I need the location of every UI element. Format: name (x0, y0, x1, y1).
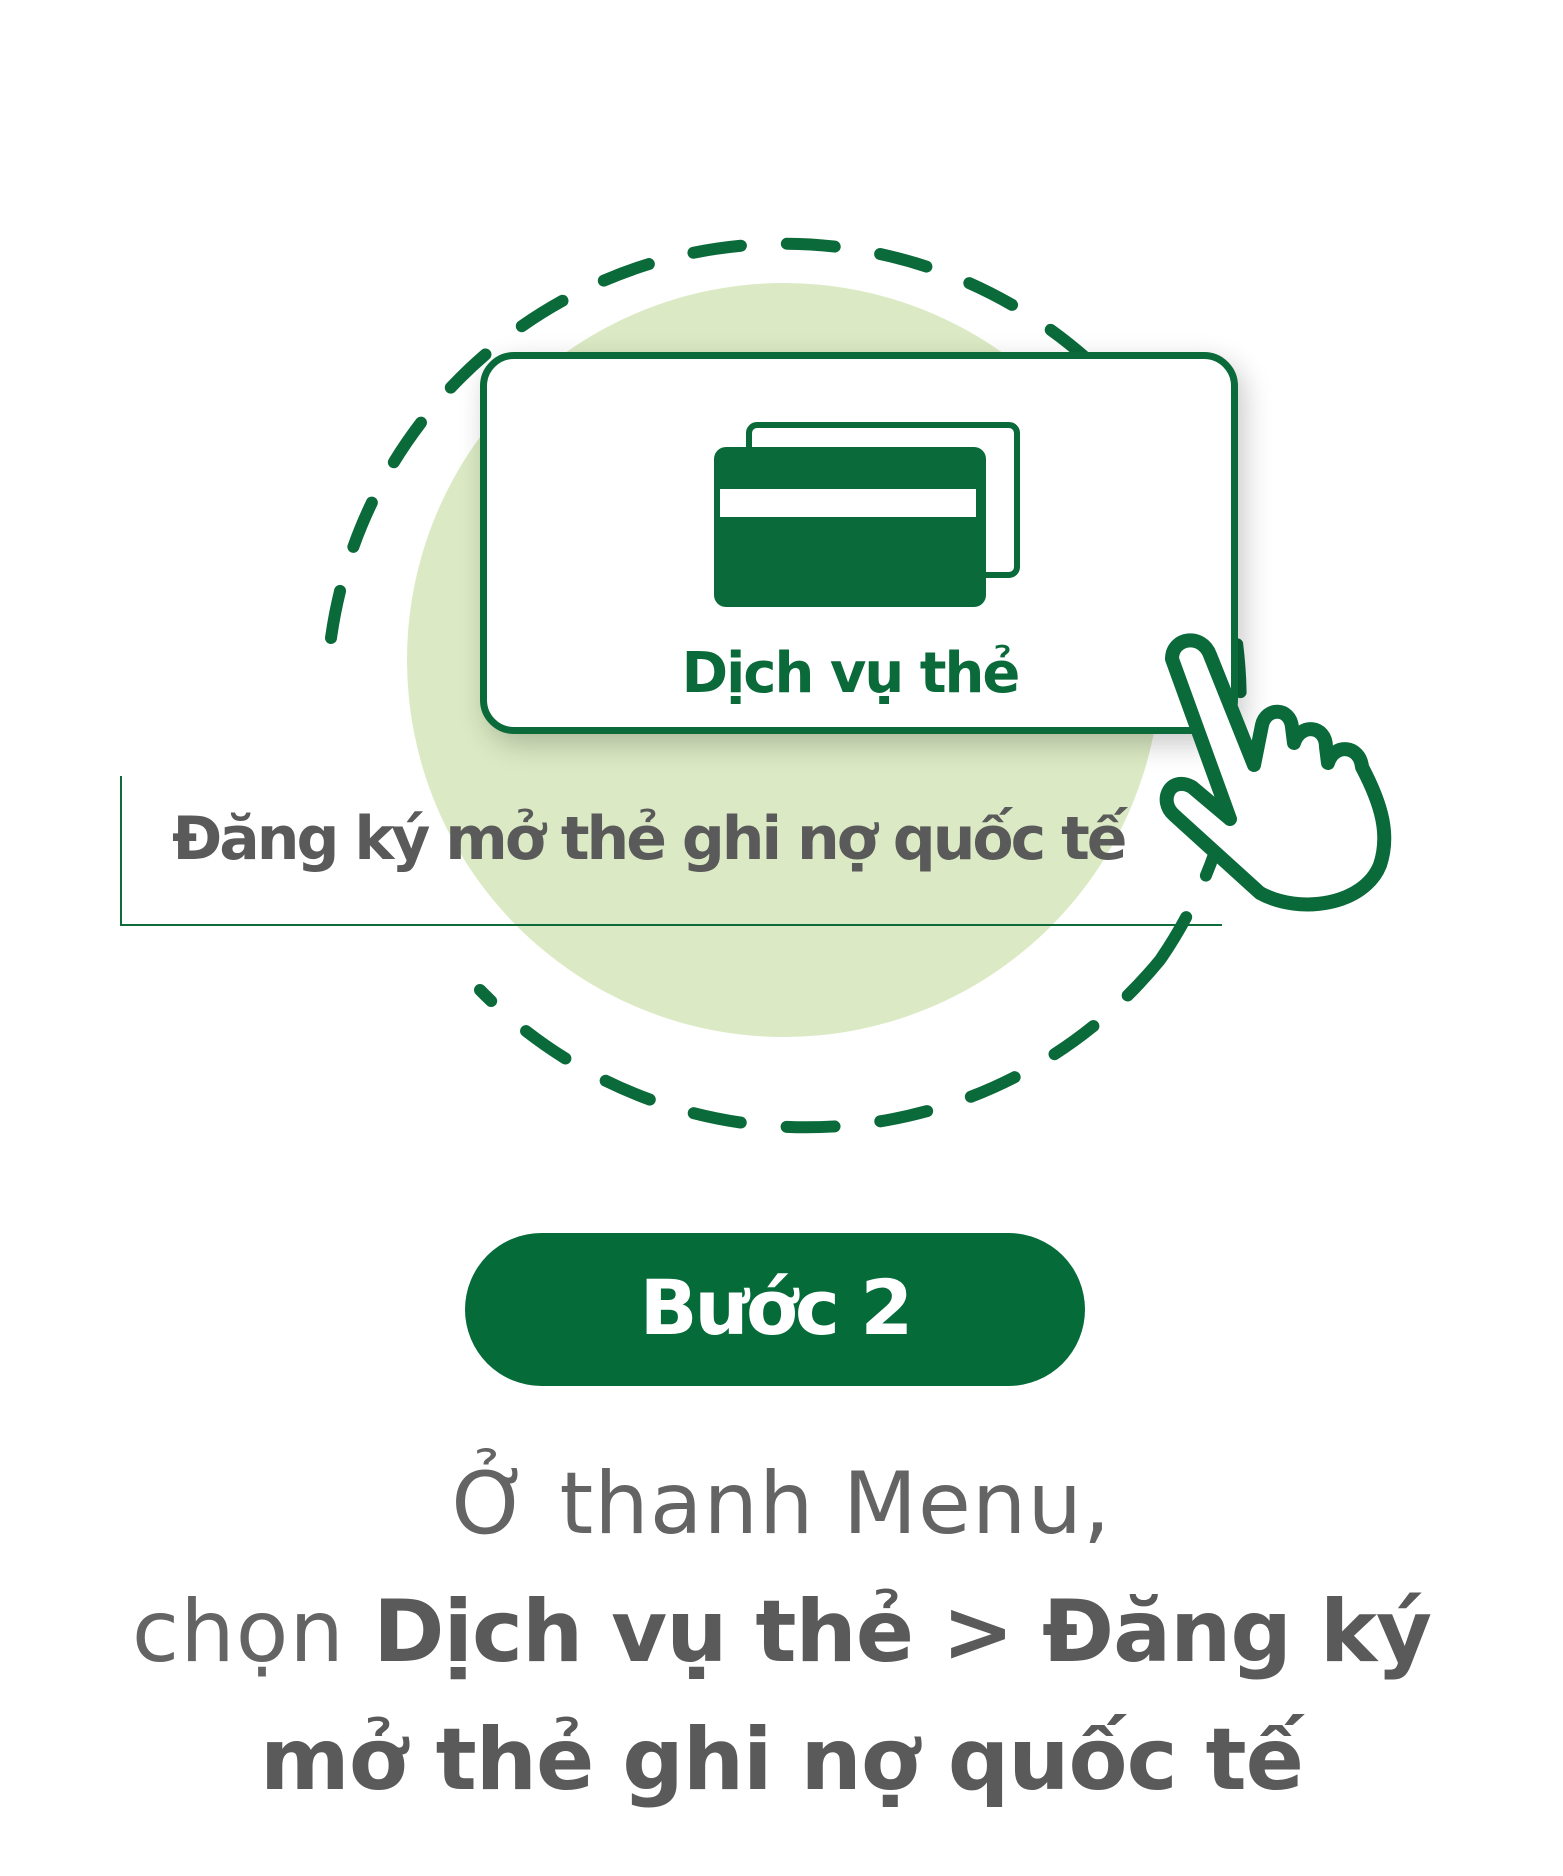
instruction-line-2-prefix: chọn (131, 1582, 374, 1682)
instruction-line-3: mở thẻ ghi nợ quốc tế (260, 1710, 1304, 1810)
step-badge: Bước 2 (465, 1233, 1085, 1386)
instruction-line-2-bold: Dịch vụ thẻ > Đăng ký (373, 1582, 1432, 1682)
instruction-line-2: chọn Dịch vụ thẻ > Đăng ký (0, 1568, 1563, 1696)
card-service-button[interactable]: Dịch vụ thẻ (480, 352, 1238, 734)
pointing-hand-icon (1159, 633, 1392, 912)
illustration: Đăng ký mở thẻ ghi nợ quốc tế Dịch vụ th… (0, 0, 1563, 1140)
card-service-label: Dịch vụ thẻ (681, 641, 1021, 706)
menu-item-label: Đăng ký mở thẻ ghi nợ quốc tế (172, 804, 1127, 874)
instruction-line-1: Ở thanh Menu, (451, 1454, 1112, 1554)
menu-item-register-debit-card[interactable]: Đăng ký mở thẻ ghi nợ quốc tế (120, 776, 1222, 926)
step-label: Bước 2 (639, 1263, 914, 1352)
instruction-text: Ở thanh Menu, chọn Dịch vụ thẻ > Đăng ký… (0, 1440, 1563, 1824)
credit-card-icon (714, 422, 1020, 607)
